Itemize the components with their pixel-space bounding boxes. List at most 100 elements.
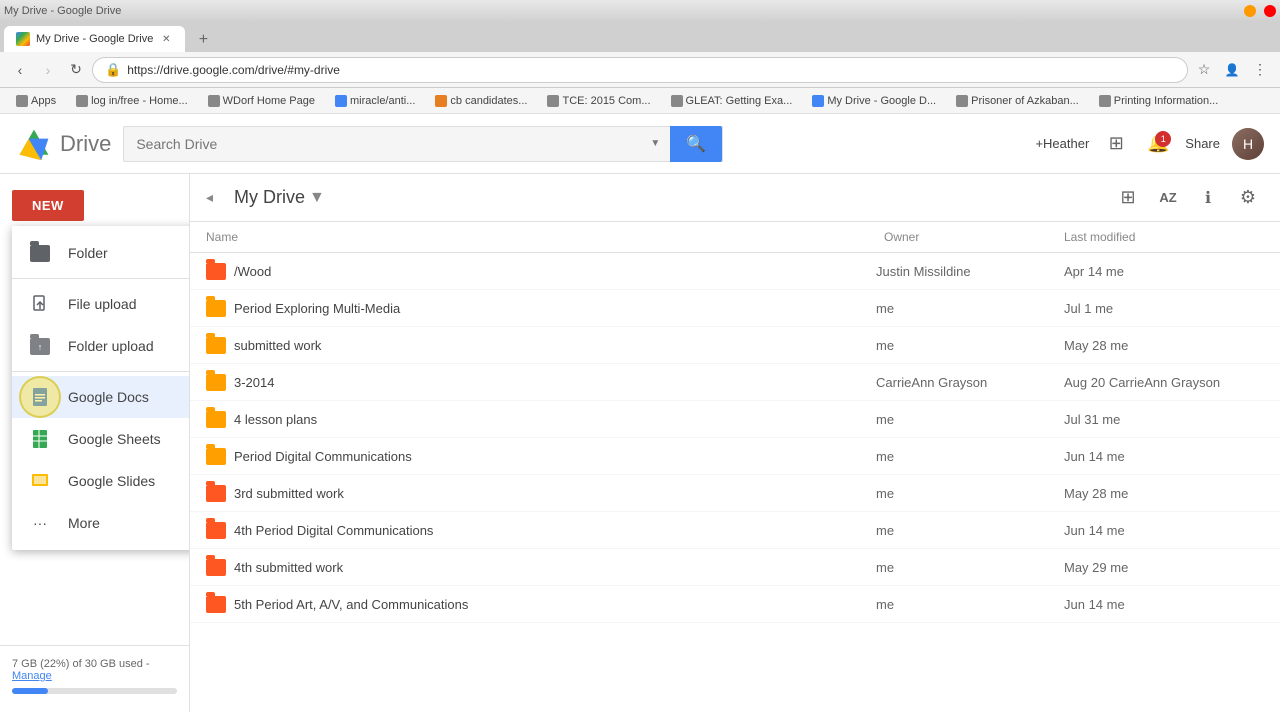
back-btn[interactable]: ‹ [8,58,32,82]
bookmark-prisoner[interactable]: Prisoner of Azkaban... [948,93,1087,109]
file-row[interactable]: 4th submitted work me May 29 me [190,549,1280,586]
bookmark-tce[interactable]: TCE: 2015 Com... [539,93,658,109]
tab-close-btn[interactable]: ✕ [159,32,173,46]
bookmark-mydrive[interactable]: My Drive - Google D... [804,93,944,109]
folder-icon-container [206,557,226,577]
grid-icon: ⊞ [1109,133,1124,154]
folder-icon-container [206,446,226,466]
active-tab[interactable]: My Drive - Google Drive ✕ [4,26,185,52]
tab-title: My Drive - Google Drive [36,33,153,45]
info-btn[interactable]: ℹ [1192,182,1224,214]
bookmark-favicon [956,95,968,107]
bookmark-favicon [812,95,824,107]
close-btn[interactable] [1264,5,1276,17]
file-name: 5th Period Art, A/V, and Communications [234,597,868,612]
file-row[interactable]: Period Exploring Multi-Media me Jul 1 me [190,290,1280,327]
new-button[interactable]: NEW [12,190,84,221]
menu-item-folder-upload-label: Folder upload [68,338,154,354]
file-owner: me [876,301,1056,316]
file-row[interactable]: 4th Period Digital Communications me Jun… [190,512,1280,549]
forward-btn[interactable]: › [36,58,60,82]
file-row[interactable]: submitted work me May 28 me [190,327,1280,364]
menu-item-folder[interactable]: Folder [12,232,190,274]
notification-btn[interactable]: 🔔 1 [1143,129,1173,159]
file-modified: Jul 1 me [1064,301,1264,316]
search-submit-btn[interactable]: 🔍 [670,126,722,162]
menu-item-more[interactable]: ··· More › [12,502,190,544]
minimize-btn[interactable] [1244,5,1256,17]
menu-item-file-upload[interactable]: File upload [12,283,190,325]
file-row[interactable]: 3-2014 CarrieAnn Grayson Aug 20 CarrieAn… [190,364,1280,401]
extensions-btn[interactable]: ⋮ [1248,58,1272,82]
bookmark-apps[interactable]: Apps [8,93,64,109]
menu-item-more-label: More [68,515,100,531]
address-bar[interactable]: 🔒 https://drive.google.com/drive/#my-dri… [92,57,1188,83]
bookmark-favicon [76,95,88,107]
file-modified: Apr 14 me [1064,264,1264,279]
bookmarks-bar: Apps log in/free - Home... WDorf Home Pa… [0,88,1280,114]
file-name: 4th submitted work [234,560,868,575]
bookmark-gleat[interactable]: GLEAT: Getting Exa... [663,93,801,109]
menu-item-google-docs-label: Google Docs [68,389,149,405]
file-owner: me [876,523,1056,538]
folder-icon [206,596,226,613]
bookmark-favicon [335,95,347,107]
settings-btn[interactable]: ⚙ [1232,182,1264,214]
folder-icon [206,559,226,576]
file-row[interactable]: 5th Period Art, A/V, and Communications … [190,586,1280,623]
folder-icon [206,411,226,428]
title-bar: My Drive - Google Drive [0,0,1280,22]
window-title: My Drive - Google Drive [4,5,121,17]
file-upload-icon [28,292,52,316]
drive-main: ◂ My Drive ▼ ⊞ AZ ℹ ⚙ [190,174,1280,712]
breadcrumb-dropdown-icon: ▼ [309,189,325,207]
new-tab-btn[interactable]: + [189,28,217,52]
drive-app-name: Drive [60,131,111,157]
file-name: Period Digital Communications [234,449,868,464]
folder-icon-dropdown [28,241,52,265]
col-header-name: Name [206,230,884,244]
nav-bar: ‹ › ↻ 🔒 https://drive.google.com/drive/#… [0,52,1280,88]
file-row[interactable]: 3rd submitted work me May 28 me [190,475,1280,512]
search-bar[interactable]: ▼ 🔍 [123,126,723,162]
menu-item-google-slides[interactable]: Google Slides [12,460,190,502]
menu-item-google-docs[interactable]: Google Docs [12,376,190,418]
more-icon: ··· [28,511,52,535]
info-icon: ℹ [1205,188,1211,208]
file-modified: Jun 14 me [1064,523,1264,538]
menu-item-google-sheets[interactable]: Google Sheets [12,418,190,460]
file-row[interactable]: Period Digital Communications me Jun 14 … [190,438,1280,475]
search-icon: 🔍 [686,134,706,154]
file-modified: May 28 me [1064,486,1264,501]
sidebar-toggle-btn[interactable]: ◂ [206,189,226,206]
drive-header: Drive ▼ 🔍 +Heather ⊞ 🔔 1 Share H [0,114,1280,174]
profile-btn[interactable]: 👤 [1220,58,1244,82]
grid-view-btn[interactable]: ⊞ [1101,129,1131,159]
bookmark-miracle[interactable]: miracle/anti... [327,93,423,109]
bookmark-favicon [1099,95,1111,107]
file-list-header: Name Owner Last modified [190,222,1280,253]
file-row[interactable]: 4 lesson plans me Jul 31 me [190,401,1280,438]
heather-link[interactable]: +Heather [1035,136,1089,151]
file-modified: Jul 31 me [1064,412,1264,427]
storage-manage-link[interactable]: Manage [12,670,52,682]
bookmark-btn[interactable]: ☆ [1192,58,1216,82]
bookmark-wdorf[interactable]: WDorf Home Page [200,93,323,109]
reload-btn[interactable]: ↻ [64,58,88,82]
menu-item-google-slides-label: Google Slides [68,473,155,489]
file-row[interactable]: /Wood Justin Missildine Apr 14 me [190,253,1280,290]
user-avatar[interactable]: H [1232,128,1264,160]
bookmark-printing[interactable]: Printing Information... [1091,93,1227,109]
bookmark-login[interactable]: log in/free - Home... [68,93,196,109]
file-name: 4th Period Digital Communications [234,523,868,538]
share-btn[interactable]: Share [1185,136,1220,151]
menu-item-folder-upload[interactable]: ↑ Folder upload [12,325,190,367]
bookmark-favicon [547,95,559,107]
sort-btn[interactable]: AZ [1152,182,1184,214]
breadcrumb[interactable]: My Drive ▼ [234,187,325,208]
grid-view-toggle-btn[interactable]: ⊞ [1112,182,1144,214]
search-input[interactable] [124,136,640,152]
search-dropdown-btn[interactable]: ▼ [640,138,670,149]
folder-icon-container [206,594,226,614]
bookmark-cb[interactable]: cb candidates... [427,93,535,109]
